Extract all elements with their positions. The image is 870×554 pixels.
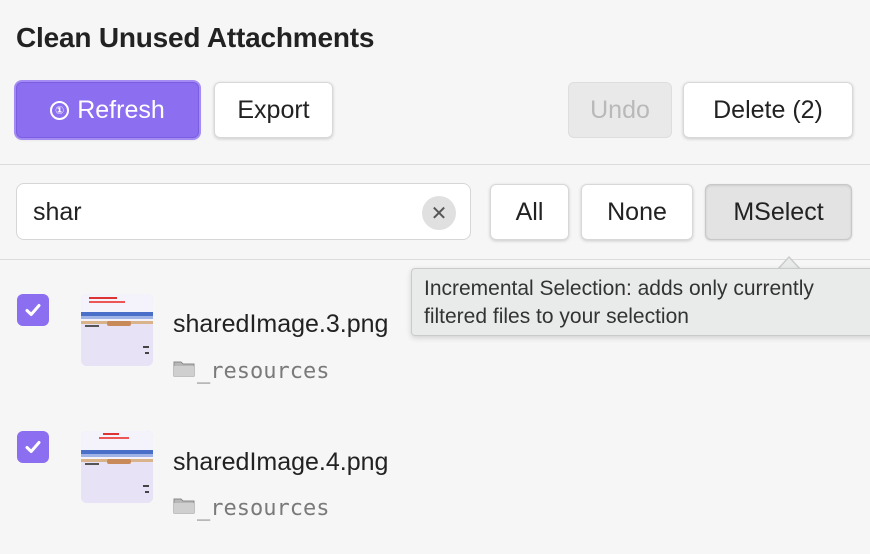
- search-box[interactable]: ✕: [16, 183, 471, 240]
- select-all-label: All: [515, 197, 544, 226]
- file-name[interactable]: sharedImage.4.png: [173, 448, 388, 477]
- file-name[interactable]: sharedImage.3.png: [173, 310, 388, 339]
- folder-name: _resources: [197, 495, 330, 521]
- clear-search-button[interactable]: ✕: [422, 196, 456, 230]
- file-thumbnail[interactable]: [81, 294, 153, 366]
- select-none-label: None: [607, 197, 667, 226]
- file-checkbox[interactable]: [17, 431, 49, 463]
- search-input[interactable]: [33, 194, 413, 230]
- folder-path[interactable]: _resources: [173, 495, 329, 521]
- delete-label: Delete (2): [713, 95, 823, 124]
- checkmark-icon: [25, 441, 41, 453]
- delete-button[interactable]: Delete (2): [683, 82, 853, 138]
- mselect-tooltip: Incremental Selection: adds only current…: [411, 268, 870, 336]
- folder-icon: [173, 358, 195, 384]
- export-label: Export: [237, 95, 310, 124]
- export-button[interactable]: Export: [214, 82, 333, 138]
- mselect-button[interactable]: MSelect: [705, 184, 852, 240]
- refresh-label: Refresh: [77, 95, 165, 124]
- toolbar-divider: [0, 164, 870, 165]
- folder-icon: [173, 495, 195, 521]
- refresh-button[interactable]: ① Refresh: [16, 82, 199, 138]
- folder-name: _resources: [197, 358, 330, 384]
- filter-divider: [0, 259, 870, 260]
- refresh-icon: ①: [50, 100, 70, 120]
- tooltip-line-2: filtered files to your selection: [424, 305, 689, 328]
- tooltip-line-1: Incremental Selection: adds only current…: [424, 277, 814, 300]
- image-preview-icon: [81, 431, 153, 503]
- undo-button[interactable]: Undo: [568, 82, 672, 138]
- select-none-button[interactable]: None: [581, 184, 693, 240]
- select-all-button[interactable]: All: [490, 184, 569, 240]
- checkmark-icon: [25, 304, 41, 316]
- page-title: Clean Unused Attachments: [16, 22, 375, 53]
- close-icon: ✕: [430, 202, 448, 225]
- undo-label: Undo: [590, 95, 650, 124]
- folder-path[interactable]: _resources: [173, 358, 329, 384]
- file-thumbnail[interactable]: [81, 431, 153, 503]
- image-preview-icon: [81, 294, 153, 366]
- mselect-label: MSelect: [733, 197, 824, 226]
- file-checkbox[interactable]: [17, 294, 49, 326]
